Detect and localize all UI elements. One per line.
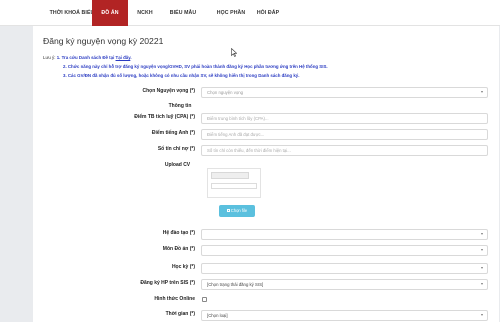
tin-chi-no-input[interactable] <box>201 145 488 156</box>
hoc-ky-select[interactable] <box>201 263 488 274</box>
hinh-thuc-online-checkbox[interactable] <box>202 297 207 302</box>
note-1-end: . <box>130 55 132 60</box>
nav-tab-hoc-phan[interactable]: HỌC PHẦN <box>208 0 254 26</box>
upload-icon <box>226 209 230 213</box>
note-1-link[interactable]: Tại đây <box>116 55 131 60</box>
top-navigation: THỜI KHOÁ BIỂU ĐỒ ÁN NCKH BIỂU MẪU HỌC P… <box>0 0 500 26</box>
hoc-ky-label: Học kỳ (*) <box>171 264 195 270</box>
note-1-text: 1. Tra cứu Danh sách Đề tại <box>56 55 116 60</box>
thong-tin-label: Thông tin <box>168 103 192 109</box>
chevron-down-icon <box>481 91 483 93</box>
note-1: Lưu ý: 1. Tra cứu Danh sách Đề tại Tại đ… <box>43 55 132 60</box>
tieng-anh-label: Điểm tiếng Anh (*) <box>151 130 195 136</box>
hinh-thuc-online-label: Hình thức Online <box>154 296 195 302</box>
cpa-label: Điểm TB tích luỹ (CPA) (*) <box>134 114 195 120</box>
mouse-cursor-icon <box>231 48 237 57</box>
chevron-down-icon <box>481 233 483 235</box>
chon-nguyen-vong-label: Chọn Nguyện vọng (*) <box>142 88 196 94</box>
thoi-gian-select[interactable]: [Chọn loại] <box>201 310 488 321</box>
note-3: 3. Các GV/ĐN đã nhận đủ số lượng, hoặc k… <box>63 73 300 78</box>
he-dao-tao-label: Hệ đào tạo (*) <box>162 230 195 236</box>
note-2: 2. Chức năng này chỉ hỗ trợ đăng ký nguy… <box>63 64 328 69</box>
dang-ky-hp-label: Đăng ký HP trên SIS (*) <box>140 280 195 286</box>
mon-do-an-label: Môn Đồ án (*) <box>162 246 195 252</box>
cpa-input[interactable] <box>201 113 488 124</box>
nav-tab-hoi-dap[interactable]: HỎI ĐÁP <box>252 0 284 26</box>
nav-tab-do-an[interactable]: ĐỒ ÁN <box>92 0 128 26</box>
cv-preview-bar <box>211 172 249 179</box>
note-prefix: Lưu ý: <box>43 55 56 60</box>
tin-chi-no-label: Số tín chỉ nợ (*) <box>157 146 195 152</box>
chon-nguyen-vong-select[interactable]: Chọn nguyện vọng <box>201 87 488 98</box>
chevron-down-icon <box>481 283 483 285</box>
dang-ky-hp-select[interactable]: [Chọn trạng thái đăng ký SIS] <box>201 279 488 290</box>
choose-file-label: Chọn file <box>230 208 248 213</box>
tieng-anh-input[interactable] <box>201 129 488 140</box>
chevron-down-icon <box>481 249 483 251</box>
choose-file-button[interactable]: Chọn file <box>219 205 255 217</box>
content-panel <box>33 26 499 322</box>
thoi-gian-value: [Chọn loại] <box>207 313 228 318</box>
thoi-gian-label: Thời gian (*) <box>165 311 195 317</box>
dang-ky-hp-value: [Chọn trạng thái đăng ký SIS] <box>207 282 264 287</box>
cv-file-field <box>211 183 257 189</box>
mon-do-an-select[interactable] <box>201 245 488 256</box>
he-dao-tao-select[interactable] <box>201 229 488 240</box>
page-title: Đăng ký nguyện vọng kỳ 20221 <box>43 36 164 46</box>
nav-tab-nckh[interactable]: NCKH <box>130 0 160 26</box>
upload-cv-label: Upload CV <box>164 162 191 168</box>
nav-tab-bieu-mau[interactable]: BIỂU MẪU <box>163 0 203 26</box>
chevron-down-icon <box>481 267 483 269</box>
chevron-down-icon <box>481 314 483 316</box>
chon-nguyen-vong-placeholder: Chọn nguyện vọng <box>207 90 244 95</box>
